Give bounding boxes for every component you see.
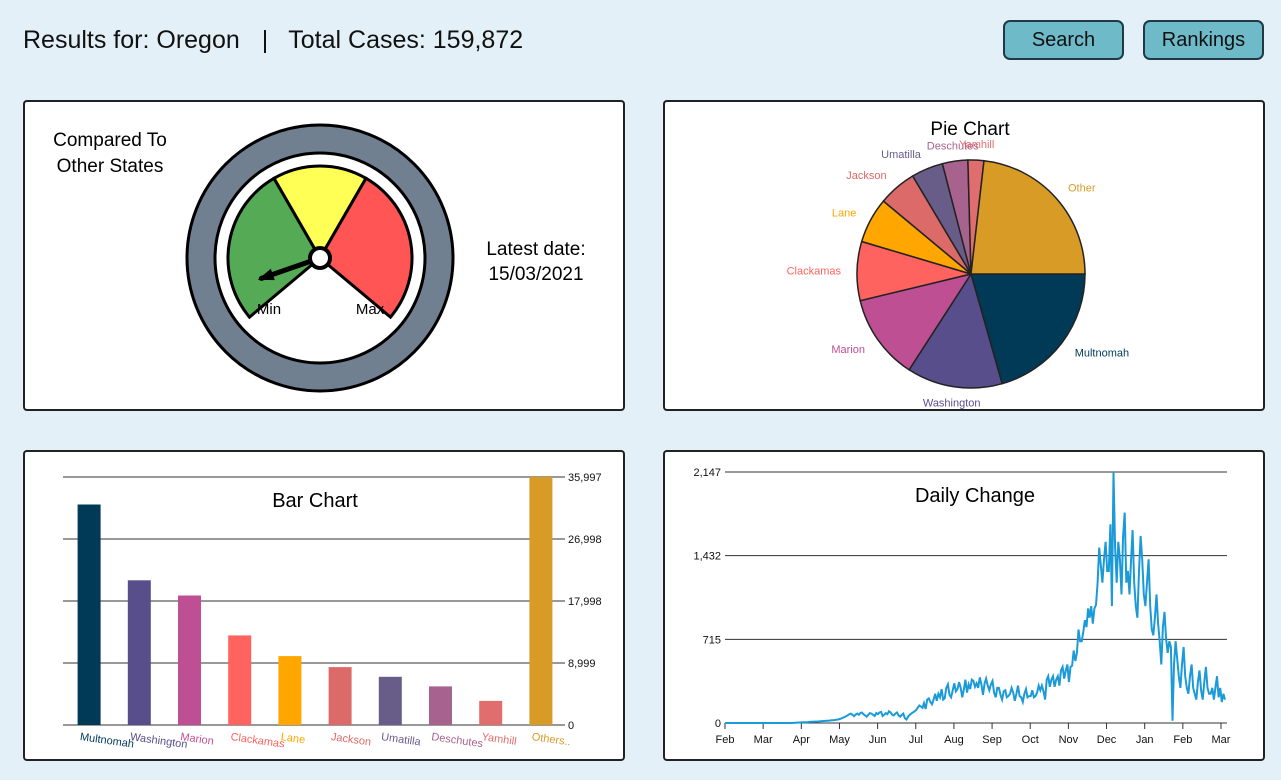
title-separator: | <box>261 26 269 54</box>
gauge-min-label: Min <box>257 301 281 318</box>
rankings-button[interactable]: Rankings <box>1143 20 1264 60</box>
page-title: Results for: Oregon | Total Cases: 159,872 <box>23 26 523 55</box>
latest-date-label: Latest date: <box>486 239 585 260</box>
line-panel: 0 715 1,432 2,147 Feb Mar Apr May Jun Jul Aug Sep Oc… <box>663 450 1265 761</box>
pie-label-lane: Lane <box>832 208 856 220</box>
bar-marion <box>178 595 201 725</box>
pie-label-other: Other <box>1068 183 1096 195</box>
search-button[interactable]: Search <box>1003 20 1124 60</box>
bar-x-tick-label: Clackamas <box>230 731 286 751</box>
line-x-tick-label: Nov <box>1059 734 1079 746</box>
pie-label-multnomah: Multnomah <box>1075 347 1129 359</box>
compared-to-line1: Compared To <box>53 130 167 151</box>
pie-chart-svg: Pie Chart Multnomah Washington Marion Clack… <box>787 119 1130 410</box>
bar-jackson <box>328 667 352 725</box>
line-chart-svg: 0 715 1,432 2,147 Feb Mar Apr May Jun Jul Aug Sep Oc… <box>693 467 1231 746</box>
bar-x-tick-label: Others.. <box>531 731 571 748</box>
results-for-label: Results for: Oregon <box>23 26 240 54</box>
bar-panel: 0 8,999 17,998 26,998 35,997 Bar Chart Multn… <box>23 450 625 761</box>
line-y-tick-label: 0 <box>715 718 721 730</box>
bar-x-tick-label: Multnomah <box>79 731 135 750</box>
line-x-tick-label: Feb <box>1173 734 1192 746</box>
pie-slice-other <box>970 159 1086 275</box>
line-x-tick-label: Oct <box>1022 734 1039 746</box>
pie-label-washington: Washington <box>923 398 981 410</box>
pie-label-yamhill: Yamhill <box>959 139 994 151</box>
bar-x-tick-label: Umatilla <box>380 731 422 749</box>
bar-multnomah <box>77 504 101 725</box>
bar-y-tick-label: 26,998 <box>568 534 602 546</box>
line-x-tick-label: Mar <box>754 734 773 746</box>
pie-label-marion: Marion <box>831 344 865 356</box>
daily-change-series-line <box>725 471 1226 724</box>
bar-deschutes <box>429 686 452 725</box>
gauge-max-label: Max <box>356 301 385 318</box>
line-x-tick-label: Mar <box>1212 734 1231 746</box>
bar-y-tick-label: 17,998 <box>568 596 602 608</box>
line-x-tick-label: Jan <box>1136 734 1154 746</box>
gauge-svg: Compared To Other States Min Max Latest … <box>53 123 586 393</box>
pie-label-clackamas: Clackamas <box>787 266 842 278</box>
bar-x-tick-label: Jackson <box>330 731 372 749</box>
bar-y-tick-label: 8,999 <box>568 658 596 670</box>
bar-x-tick-label: Yamhill <box>481 731 518 748</box>
bar-lane <box>278 656 302 725</box>
bar-others- <box>529 477 553 725</box>
line-x-tick-label: May <box>829 734 850 746</box>
bar-washington <box>127 580 151 725</box>
line-x-tick-label: Jul <box>909 734 923 746</box>
compared-to-line2: Other States <box>57 156 164 177</box>
pie-chart-title: Pie Chart <box>930 119 1010 140</box>
latest-date-value: 15/03/2021 <box>488 264 583 285</box>
bar-chart-svg: 0 8,999 17,998 26,998 35,997 Bar Chart Multn… <box>63 472 602 751</box>
pie-label-umatilla: Umatilla <box>881 149 922 161</box>
line-x-tick-label: Dec <box>1097 734 1117 746</box>
line-x-tick-label: Feb <box>716 734 735 746</box>
line-x-tick-label: Jun <box>869 734 887 746</box>
line-y-tick-label: 1,432 <box>693 551 721 563</box>
line-x-tick-label: Apr <box>793 734 810 746</box>
line-chart-title: Daily Change <box>915 485 1035 507</box>
total-cases-label: Total Cases: 159,872 <box>288 26 524 54</box>
gauge-panel: Compared To Other States Min Max Latest … <box>23 100 625 411</box>
pie-label-jackson: Jackson <box>846 170 886 182</box>
line-x-tick-label: Sep <box>982 734 1002 746</box>
bar-x-tick-label: Deschutes <box>431 731 485 750</box>
bar-chart-title: Bar Chart <box>272 490 358 512</box>
bar-clackamas <box>228 635 252 725</box>
line-x-tick-label: Aug <box>944 734 964 746</box>
bar-y-tick-label: 0 <box>568 720 574 732</box>
bar-y-tick-label: 35,997 <box>568 472 602 484</box>
pie-panel: Pie Chart Multnomah Washington Marion Clack… <box>663 100 1265 411</box>
line-y-tick-label: 715 <box>703 634 721 646</box>
line-y-tick-label: 2,147 <box>693 467 721 479</box>
gauge-needle-hub <box>308 246 332 270</box>
bar-umatilla <box>378 676 402 725</box>
bar-yamhill <box>479 700 503 725</box>
